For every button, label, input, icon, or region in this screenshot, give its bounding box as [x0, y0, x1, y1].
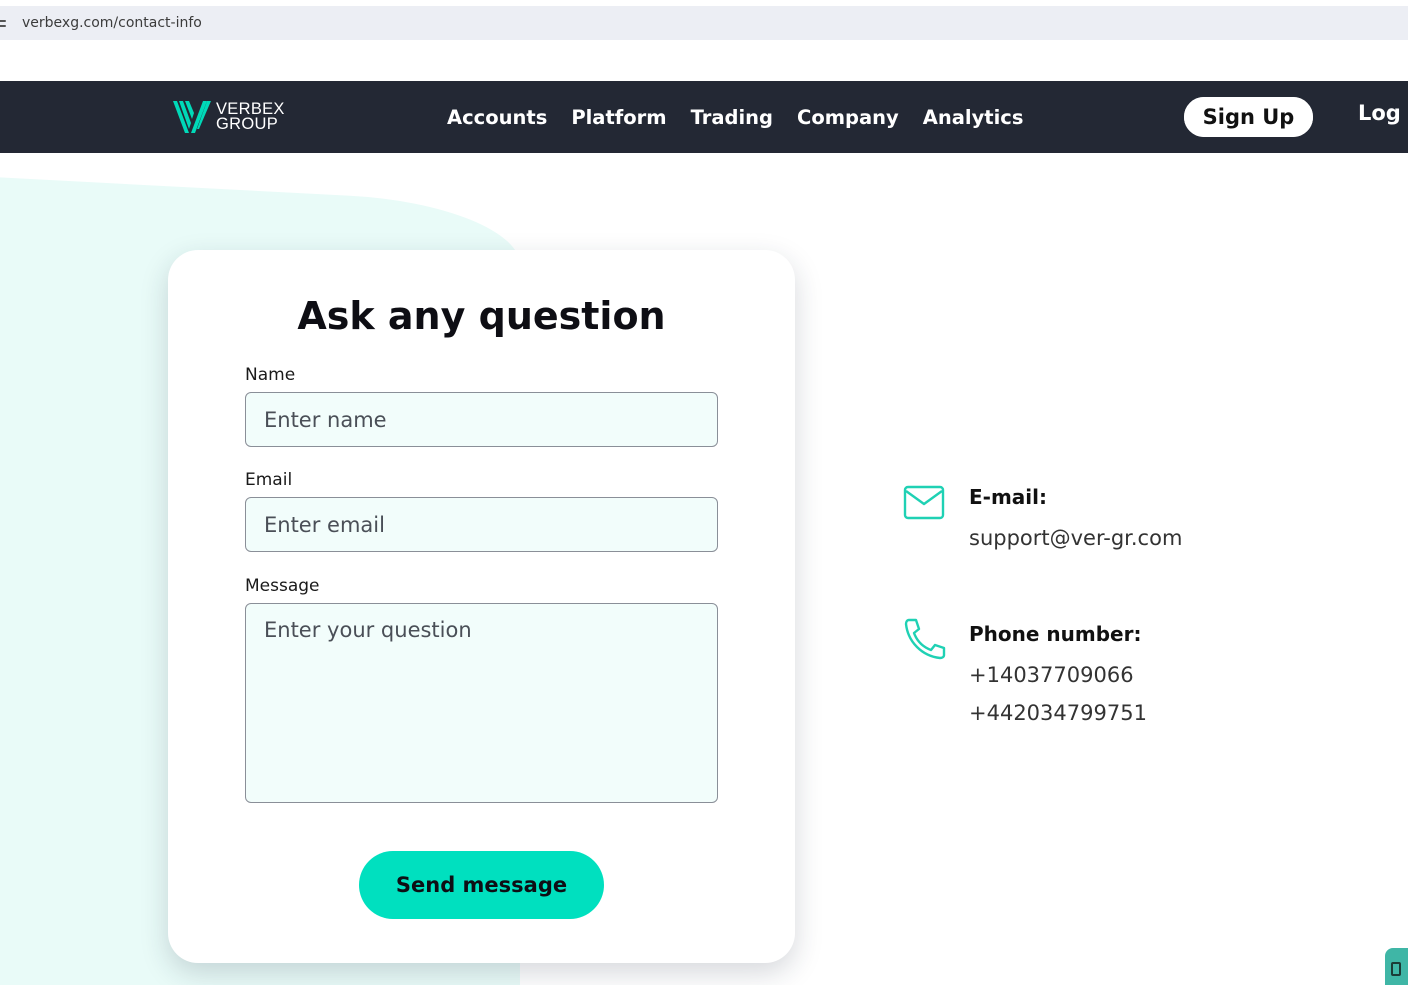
nav-link-platform[interactable]: Platform [571, 106, 666, 129]
email-heading: E-mail: [969, 485, 1048, 509]
logo-mark-icon [173, 101, 211, 133]
browser-address-bar[interactable]: verbexg.com/contact-info [0, 6, 1408, 40]
message-label: Message [245, 576, 320, 596]
logo[interactable]: VERBEX GROUP [172, 99, 285, 135]
phone-icon [904, 618, 946, 660]
email-input[interactable] [245, 497, 718, 552]
name-label: Name [245, 365, 296, 385]
nav-link-analytics[interactable]: Analytics [923, 106, 1024, 129]
chat-widget-button[interactable] [1385, 948, 1408, 985]
nav-link-company[interactable]: Company [797, 106, 899, 129]
sign-up-button[interactable]: Sign Up [1182, 95, 1315, 139]
phone-number-1[interactable]: +14037709066 [969, 663, 1134, 687]
site-settings-icon[interactable] [0, 17, 8, 29]
name-input[interactable] [245, 392, 718, 447]
email-label: Email [245, 470, 293, 490]
envelope-icon [903, 485, 945, 520]
log-in-link[interactable]: Log [1358, 101, 1401, 125]
message-textarea[interactable] [245, 603, 718, 803]
logo-text: VERBEX GROUP [216, 101, 285, 133]
nav-link-accounts[interactable]: Accounts [447, 106, 547, 129]
logo-line-2: GROUP [216, 115, 279, 133]
send-message-button[interactable]: Send message [359, 851, 604, 919]
top-nav: VERBEX GROUP Accounts Platform Trading C… [0, 81, 1408, 153]
form-title: Ask any question [297, 294, 666, 338]
nav-links: Accounts Platform Trading Company Analyt… [447, 81, 1047, 153]
nav-link-trading[interactable]: Trading [691, 106, 773, 129]
phone-number-2[interactable]: +442034799751 [969, 701, 1147, 725]
contact-form-card: Ask any question Name Email Message Send… [168, 250, 795, 963]
chat-icon [1391, 962, 1401, 976]
address-url[interactable]: verbexg.com/contact-info [22, 15, 202, 31]
phone-heading: Phone number: [969, 622, 1142, 646]
email-value[interactable]: support@ver-gr.com [969, 526, 1182, 550]
